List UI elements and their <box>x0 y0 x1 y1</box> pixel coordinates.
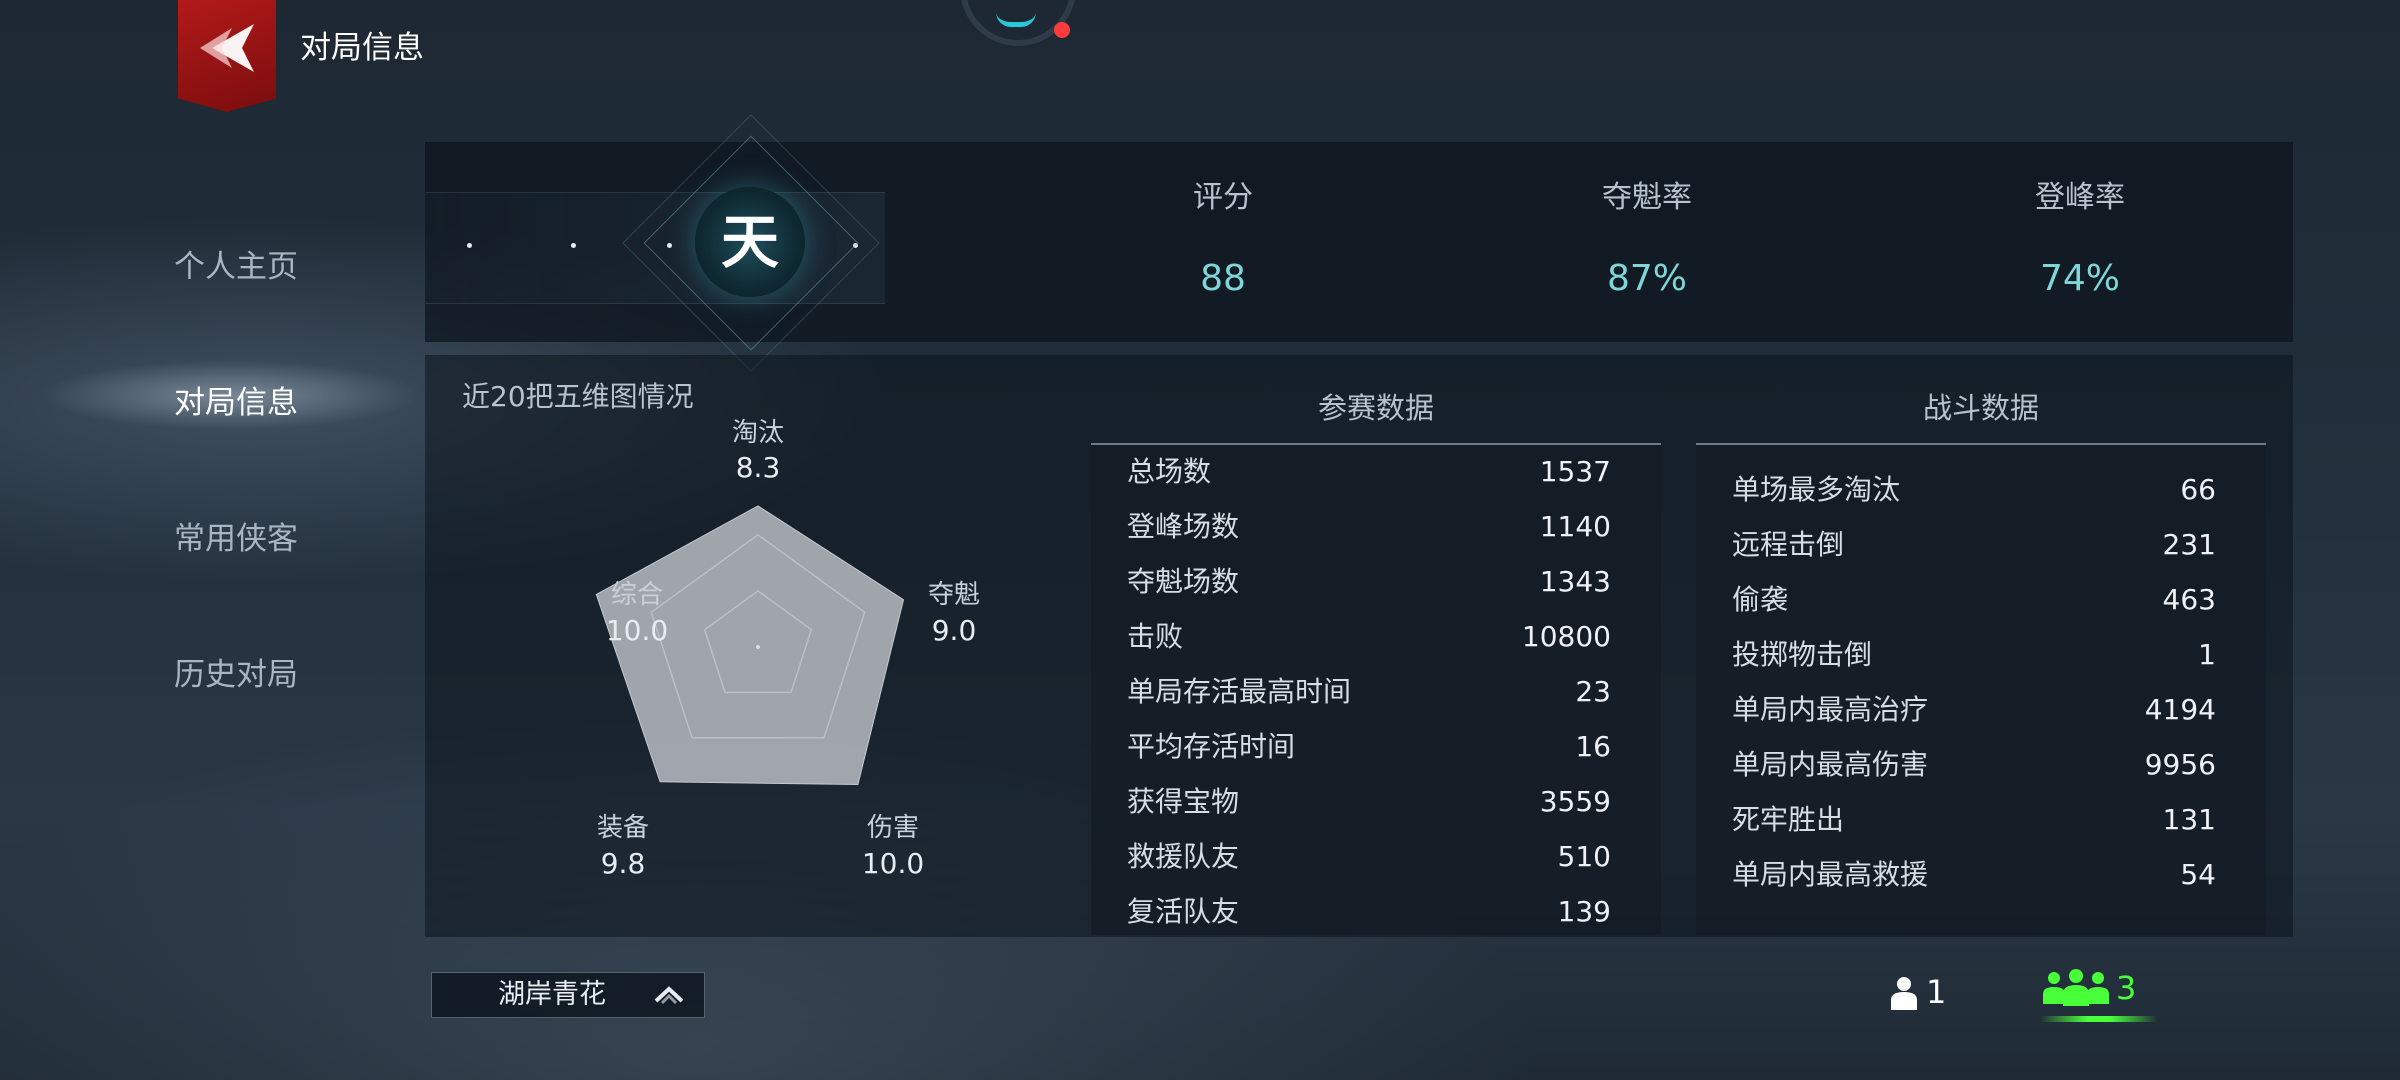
stat-key: 死牢胜出 <box>1732 803 1845 836</box>
radar-axis-value-overall: 10.0 <box>605 614 669 647</box>
game-logo-badge <box>178 0 276 112</box>
stat-key: 平均存活时间 <box>1127 730 1296 763</box>
stat-key: 单局存活最高时间 <box>1127 675 1352 708</box>
stat-key: 单局内最高伤害 <box>1732 748 1929 781</box>
score-label: 评分 <box>1193 180 1253 215</box>
stat-value: 1 <box>2198 638 2216 671</box>
win-rate-label: 夺魁率 <box>1602 180 1692 215</box>
table-row: 单局内最高伤害 9956 <box>1696 738 2266 792</box>
table-row: 救援队友 510 <box>1091 830 1661 884</box>
table-row: 复活队友 139 <box>1091 885 1661 939</box>
table-row: 死牢胜出 131 <box>1696 793 2266 847</box>
stat-key: 投掷物击倒 <box>1732 638 1873 671</box>
stat-value: 1140 <box>1539 510 1611 543</box>
peak-rate-label: 登峰率 <box>2035 180 2125 215</box>
table-row: 夺魁场数 1343 <box>1091 555 1661 609</box>
table-row: 远程击倒 231 <box>1696 518 2266 572</box>
stat-value: 16 <box>1575 730 1611 763</box>
rank-progress-dot <box>467 243 472 248</box>
stat-key: 单局内最高救援 <box>1732 858 1929 891</box>
win-rate-value: 87% <box>1606 258 1687 299</box>
radar-axis-label-damage: 伤害 <box>866 813 919 843</box>
stat-value: 463 <box>2162 583 2216 616</box>
sidebar-item-heroes[interactable]: 常用侠客 <box>174 513 298 558</box>
stat-value: 54 <box>2180 858 2216 891</box>
stat-value: 1343 <box>1539 565 1611 598</box>
squad-icon <box>2043 969 2109 1006</box>
notification-dot <box>1054 22 1070 38</box>
stat-key: 救援队友 <box>1127 840 1240 873</box>
radar-axis-label-eliminate: 淘汰 <box>731 418 784 448</box>
sidebar-item-match-info[interactable]: 对局信息 <box>174 377 298 422</box>
stat-value: 4194 <box>2144 693 2216 726</box>
table-row: 投掷物击倒 1 <box>1696 628 2266 682</box>
sidebar-item-profile[interactable]: 个人主页 <box>174 241 298 286</box>
stat-key: 获得宝物 <box>1127 785 1240 818</box>
stat-key: 单场最多淘汰 <box>1732 473 1901 506</box>
radar-axis-value-damage: 10.0 <box>861 847 925 880</box>
chevron-up-icon <box>654 986 684 1005</box>
table-row: 单局存活最高时间 23 <box>1091 665 1661 719</box>
match-stats-title: 参赛数据 <box>1317 391 1434 425</box>
stat-value: 3559 <box>1539 785 1611 818</box>
sidebar-item-history[interactable]: 历史对局 <box>174 649 298 694</box>
table-row: 偷袭 463 <box>1696 573 2266 627</box>
season-select[interactable]: 湖岸青花 <box>431 972 705 1018</box>
table-row: 单场最多淘汰 66 <box>1696 463 2266 517</box>
stat-key: 总场数 <box>1127 455 1212 488</box>
table-row: 单局内最高救援 54 <box>1696 848 2266 902</box>
radar-axis-label-overall: 综合 <box>610 580 663 610</box>
radar-axis-value-eliminate: 8.3 <box>735 451 781 484</box>
stat-value: 131 <box>2162 803 2216 836</box>
stats-detail-panel: 近20把五维图情况 淘汰 8.3 夺魁 9.0 伤害 10.0 装备 9.8 综… <box>425 355 2293 937</box>
stat-key: 远程击倒 <box>1732 528 1845 561</box>
match-stats-table: 总场数 1537 登峰场数 1140 夺魁场数 1343 击败 10800 单局存活最高… <box>1091 443 1661 935</box>
stat-key: 偷袭 <box>1732 583 1789 616</box>
table-row: 单局内最高治疗 4194 <box>1696 683 2266 737</box>
stat-value: 231 <box>2162 528 2216 561</box>
squad-mode-button[interactable]: 3 <box>2040 960 2160 1030</box>
person-icon <box>1891 977 1917 1010</box>
stat-value: 66 <box>2180 473 2216 506</box>
stat-value: 9956 <box>2144 748 2216 781</box>
radar-axis-value-win: 9.0 <box>931 614 977 647</box>
peak-rate-value: 74% <box>2039 258 2120 299</box>
table-row: 击败 10800 <box>1091 610 1661 664</box>
season-select-label: 湖岸青花 <box>498 979 606 1010</box>
radar-axis-label-win: 夺魁 <box>927 580 980 610</box>
page-title: 对局信息 <box>300 30 424 66</box>
rank-tier-character: 天 <box>720 208 779 276</box>
stat-value: 510 <box>1557 840 1611 873</box>
score-value: 88 <box>1200 258 1246 299</box>
radar-axis-value-gear: 9.8 <box>600 847 646 880</box>
stat-value: 23 <box>1575 675 1611 708</box>
table-row: 获得宝物 3559 <box>1091 775 1661 829</box>
solo-count: 1 <box>1926 973 1947 1011</box>
stat-key: 击败 <box>1127 620 1184 653</box>
squad-selected-underline <box>2040 1016 2158 1022</box>
table-row: 总场数 1537 <box>1091 445 1661 499</box>
stat-value: 1537 <box>1539 455 1611 488</box>
summary-panel: 天 评分 88 夺魁率 87% 登峰率 74% <box>425 114 2293 372</box>
network-dial-icon[interactable] <box>960 0 1076 46</box>
stat-key: 登峰场数 <box>1127 510 1240 543</box>
combat-stats-title: 战斗数据 <box>1922 391 2039 425</box>
radar-axis-label-gear: 装备 <box>596 813 649 843</box>
stat-key: 夺魁场数 <box>1127 565 1240 598</box>
stat-value: 139 <box>1557 895 1611 928</box>
stat-key: 单局内最高治疗 <box>1732 693 1929 726</box>
solo-mode-button[interactable]: 1 <box>1888 970 1968 1020</box>
radar-center <box>756 645 760 649</box>
rank-progress-dot <box>571 243 576 248</box>
table-row: 平均存活时间 16 <box>1091 720 1661 774</box>
table-row: 登峰场数 1140 <box>1091 500 1661 554</box>
stat-value: 10800 <box>1521 620 1611 653</box>
squad-count: 3 <box>2116 969 2137 1007</box>
red-crest-icon <box>200 24 254 72</box>
combat-stats-table: 单场最多淘汰 66 远程击倒 231 偷袭 463 投掷物击倒 1 单局内最高治疗 419… <box>1696 443 2266 935</box>
stat-key: 复活队友 <box>1127 895 1240 928</box>
